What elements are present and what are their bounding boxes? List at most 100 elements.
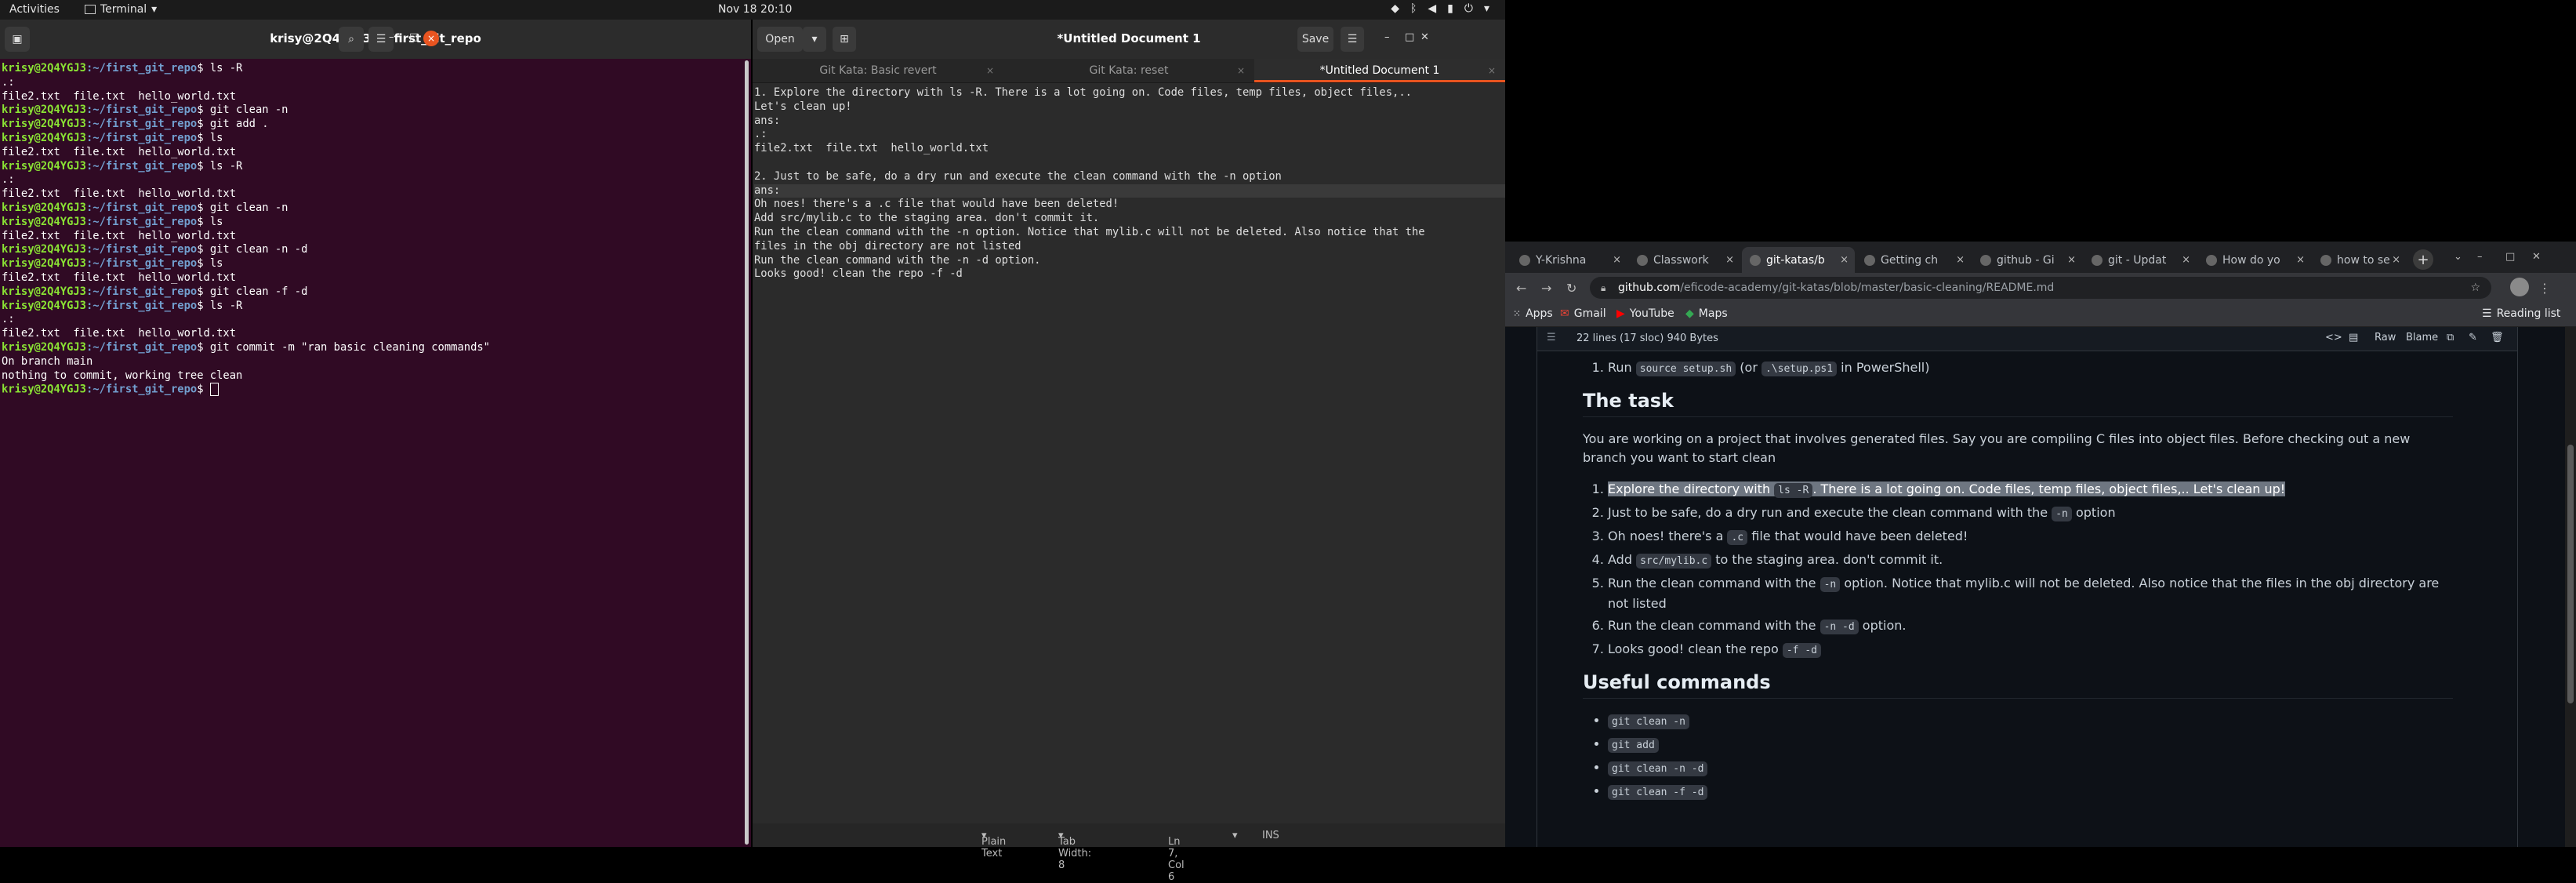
language-selector[interactable]: Plain Text ▾ (981, 830, 1006, 859)
close-icon[interactable]: × (2182, 254, 2190, 266)
tab-basic-revert[interactable]: Git Kata: Basic revert × (753, 59, 1003, 82)
terminal-command-line: krisy@2Q4YGJ3:~/first_git_repo$ git clea… (2, 243, 751, 257)
close-icon[interactable]: × (2392, 254, 2400, 266)
trash-icon[interactable]: 🗑︎ (2491, 332, 2504, 343)
scrollbar-thumb[interactable] (2567, 445, 2574, 703)
bookmark-star-icon[interactable]: ☆ (2470, 277, 2480, 299)
maximize-icon[interactable]: □ (1405, 31, 1414, 43)
inline-code: src/mylib.c (1636, 554, 1712, 569)
document-icon[interactable]: ▤ (2349, 332, 2358, 343)
browser-tab[interactable]: Getting ch × (1856, 247, 1971, 273)
bookmark-label: Gmail (1573, 307, 1606, 320)
bookmark-maps[interactable]: ◆ Maps (1685, 307, 1728, 320)
browser-tab[interactable]: github - Gi × (1972, 247, 2082, 273)
chevron-down-icon: ▾ (151, 3, 158, 16)
list-item: Run the clean command with the -n -d opt… (1608, 616, 2453, 637)
forward-icon[interactable]: → (1541, 281, 1551, 296)
prompt-path: :~/first_git_repo (85, 299, 198, 312)
reading-list[interactable]: ☰ Reading list (2482, 307, 2560, 320)
chevron-down-icon[interactable]: ▾ (1232, 830, 1238, 841)
terminal-icon (85, 5, 96, 14)
save-button[interactable]: Save (1297, 27, 1333, 52)
close-icon[interactable]: × (2067, 254, 2076, 266)
close-icon[interactable]: × (1840, 254, 1849, 266)
list-item: Explore the directory with ls -R. There … (1608, 480, 2453, 500)
editor-header: Open ▾ ⊞ *Untitled Document 1 Save ☰ – □… (753, 20, 1505, 59)
editor-line: Let's clean up! (754, 100, 852, 113)
outline-icon[interactable]: ☰ (1547, 332, 1556, 343)
hamburger-menu-icon[interactable]: ☰ (1341, 27, 1364, 52)
editor-tabs: Git Kata: Basic revert × Git Kata: reset… (753, 59, 1505, 83)
editor-line: 2. Just to be safe, do a dry run and exe… (754, 169, 1282, 183)
bluetooth-icon: ᛒ (1410, 2, 1417, 15)
app-menu[interactable]: Terminal ▾ (85, 3, 157, 16)
new-document-icon[interactable]: ⊞ (833, 27, 856, 52)
open-dropdown-icon[interactable]: ▾ (803, 27, 826, 52)
code-view-icon[interactable]: <> (2325, 332, 2342, 343)
open-button[interactable]: Open (757, 27, 803, 52)
browser-tab[interactable]: Classwork × (1629, 247, 1740, 273)
editor-text-area[interactable]: 1. Explore the directory with ls -R. The… (753, 83, 1505, 282)
more-menu-icon[interactable]: ⋮ (2538, 281, 2551, 296)
prompt-path: :~/first_git_repo (85, 383, 198, 396)
close-icon[interactable]: × (2296, 254, 2305, 266)
page-scrollbar[interactable] (2565, 327, 2576, 847)
maximize-icon[interactable]: □ (409, 31, 419, 43)
close-icon[interactable]: ✕ (1420, 31, 1429, 43)
tab-reset[interactable]: Git Kata: reset × (1003, 59, 1254, 82)
prompt-user: krisy@2Q4YGJ3 (2, 62, 86, 74)
browser-tab[interactable]: git-katas/b × (1742, 247, 1855, 273)
readme-content: Run source setup.sh (or .\setup.ps1 in P… (1583, 351, 2453, 815)
address-bar[interactable]: 🔒︎ github.com/eficode-academy/git-katas/… (1590, 277, 2491, 299)
close-icon[interactable]: × (1956, 254, 1965, 266)
browser-tab-label: git - Updat (2108, 253, 2167, 267)
prompt-user: krisy@2Q4YGJ3 (2, 159, 86, 173)
reload-icon[interactable]: ↻ (1566, 281, 1576, 296)
cursor-position-label: Ln 7, Col 6 (1168, 836, 1185, 883)
list-item: git clean -n (1608, 711, 2453, 732)
activities-button[interactable]: Activities (9, 3, 60, 16)
bookmark-apps[interactable]: ⁙ Apps (1513, 307, 1553, 320)
task-heading: The task (1583, 391, 2453, 417)
browser-tab[interactable]: how to se × (2313, 247, 2407, 273)
tab-untitled-document[interactable]: *Untitled Document 1 × (1254, 59, 1505, 82)
raw-button[interactable]: Raw (2375, 332, 2396, 343)
close-icon[interactable]: × (986, 59, 994, 82)
minimize-icon[interactable]: – (1384, 31, 1390, 43)
prompt-user: krisy@2Q4YGJ3 (2, 104, 86, 117)
clock[interactable]: Nov 18 20:10 (718, 3, 792, 16)
minimize-icon[interactable]: – (389, 31, 394, 43)
url-path: /eficode-academy/git-katas/blob/master/b… (1680, 282, 2055, 294)
new-tab-button[interactable]: + (2413, 249, 2433, 270)
tab-search-icon[interactable]: ⌄ (2454, 251, 2462, 263)
editor-line: ans: (754, 114, 781, 127)
blame-button[interactable]: Blame (2406, 332, 2438, 343)
search-icon[interactable]: ⌕ (339, 27, 364, 52)
close-icon[interactable]: × (1613, 254, 1621, 266)
system-tray[interactable]: ◆ ᛒ ◀ ▮ ⏻ ▾ (1391, 2, 1489, 15)
close-icon[interactable]: × (1725, 254, 1734, 266)
bookmark-gmail[interactable]: ✉ Gmail (1560, 307, 1606, 320)
browser-tab[interactable]: git - Updat × (2084, 247, 2197, 273)
prompt-path: :~/first_git_repo (85, 159, 198, 173)
tab-width-selector[interactable]: Tab Width: 8 ▾ (1058, 830, 1091, 871)
back-icon[interactable]: ← (1516, 281, 1526, 296)
close-icon[interactable]: × (423, 31, 439, 46)
prompt-path: :~/first_git_repo (85, 215, 198, 228)
browser-tab[interactable]: How do yo × (2198, 247, 2311, 273)
terminal-output-line: file2.txt file.txt hello_world.txt (2, 271, 237, 284)
close-icon[interactable]: × (1488, 59, 1496, 82)
close-icon[interactable]: × (1237, 59, 1245, 82)
maximize-icon[interactable]: □ (2505, 251, 2515, 263)
avatar[interactable] (2510, 278, 2529, 296)
minimize-icon[interactable]: – (2477, 251, 2483, 263)
copy-icon[interactable]: ⧉ (2447, 332, 2454, 343)
browser-tab[interactable]: Y-Krishna × (1511, 247, 1627, 273)
terminal-output-line: nothing to commit, working tree clean (2, 369, 243, 382)
terminal-scrollbar[interactable] (745, 60, 749, 845)
close-icon[interactable]: ✕ (2532, 251, 2541, 263)
terminal-output[interactable]: krisy@2Q4YGJ3:~/first_git_repo$ ls -R.: f… (0, 59, 751, 397)
bookmark-youtube[interactable]: ▶ YouTube (1616, 307, 1674, 320)
command-text: $ ls -R (197, 299, 243, 312)
edit-pencil-icon[interactable]: ✎ (2469, 332, 2477, 343)
